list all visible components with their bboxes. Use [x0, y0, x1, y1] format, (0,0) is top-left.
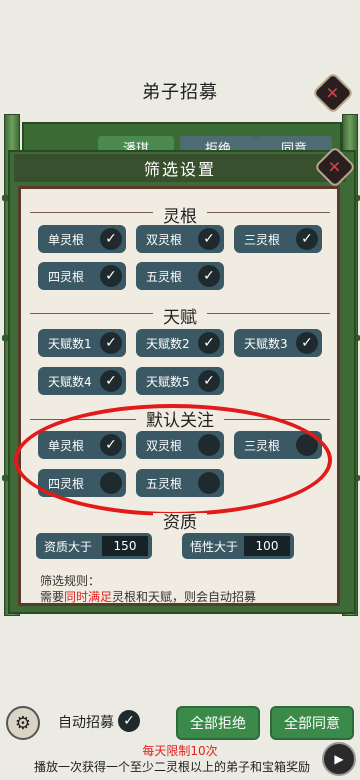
filter-talent-3[interactable]: 天赋数3 ✓	[234, 329, 322, 357]
check-icon: ✓	[100, 370, 122, 392]
comprehension-threshold-field[interactable]: 悟性大于 100	[182, 533, 294, 559]
aptitude-threshold-field[interactable]: 资质大于 150	[36, 533, 152, 559]
filter-spirit-root-4[interactable]: 四灵根 ✓	[38, 262, 126, 290]
ad-reward-text: 播放一次获得一个至少二灵根以上的弟子和宝箱奖励	[33, 760, 310, 774]
close-icon: ✕	[328, 157, 342, 177]
page-title: 弟子招募	[142, 82, 218, 103]
close-icon: ✕	[326, 83, 340, 103]
check-icon: ✓	[296, 332, 318, 354]
rules-title: 筛选规则：	[40, 574, 101, 588]
check-icon: ✓	[198, 228, 220, 250]
section-title-talent: 天赋	[0, 303, 360, 328]
filter-talent-4[interactable]: 天赋数4 ✓	[38, 367, 126, 395]
check-icon: ✓	[296, 228, 318, 250]
filter-spirit-root-3[interactable]: 三灵根 ✓	[234, 225, 322, 253]
aptitude-value[interactable]: 150	[102, 536, 148, 556]
annotation-circle	[14, 404, 332, 516]
filter-spirit-root-5[interactable]: 五灵根 ✓	[136, 262, 224, 290]
rules-description: 需要同时满足灵根和天赋，则会自动招募	[40, 590, 257, 604]
filter-spirit-root-1[interactable]: 单灵根 ✓	[38, 225, 126, 253]
check-icon: ✓	[198, 265, 220, 287]
auto-recruit-checkbox[interactable]: ✓	[118, 710, 140, 732]
check-icon: ✓	[198, 332, 220, 354]
accept-all-button[interactable]: 全部同意	[270, 706, 354, 740]
auto-recruit-label: 自动招募	[58, 715, 114, 731]
check-icon: ✓	[100, 228, 122, 250]
daily-limit-text: 每天限制10次	[142, 744, 218, 758]
check-icon: ✓	[198, 370, 220, 392]
reject-all-button[interactable]: 全部拒绝	[176, 706, 260, 740]
section-title-spirit-root: 灵根	[0, 202, 360, 227]
filter-talent-1[interactable]: 天赋数1 ✓	[38, 329, 126, 357]
settings-gear-icon[interactable]: ⚙	[6, 706, 40, 740]
filter-talent-5[interactable]: 天赋数5 ✓	[136, 367, 224, 395]
filter-talent-2[interactable]: 天赋数2 ✓	[136, 329, 224, 357]
play-ad-icon[interactable]: ▶	[322, 742, 356, 776]
filter-panel-title: 筛选设置	[14, 154, 346, 182]
check-icon: ✓	[100, 332, 122, 354]
filter-spirit-root-2[interactable]: 双灵根 ✓	[136, 225, 224, 253]
check-icon: ✓	[100, 265, 122, 287]
section-title-aptitude: 资质	[0, 508, 360, 533]
comprehension-value[interactable]: 100	[244, 536, 290, 556]
